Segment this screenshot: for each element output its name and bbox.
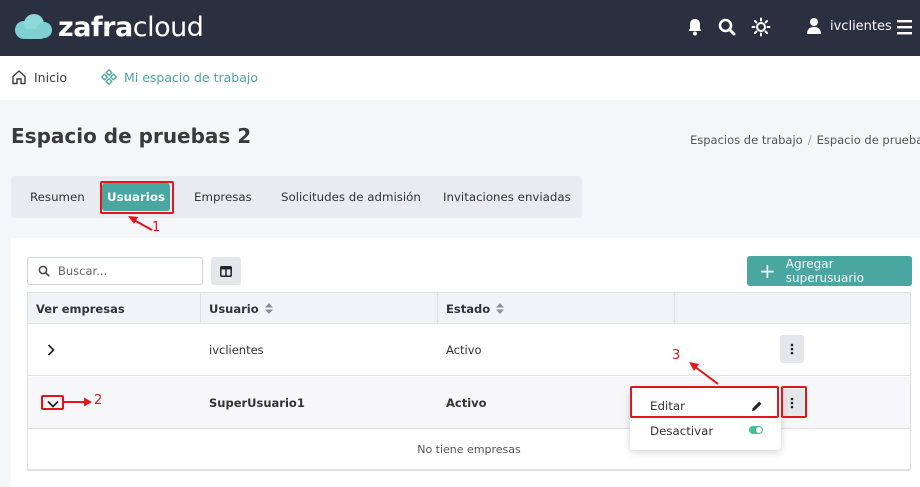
annotation-box-3a — [630, 386, 779, 418]
annotation-number-3: 3 — [672, 348, 681, 363]
column-header-estado[interactable]: Estado — [438, 293, 675, 324]
cell-usuario: SuperUsuario1 — [209, 396, 305, 410]
home-icon — [12, 70, 26, 85]
username-label: ivclientes — [830, 18, 892, 34]
annotation-number-2: 2 — [94, 393, 103, 408]
cell-estado: Activo — [446, 343, 482, 357]
breadcrumb: Espacios de trabajo / Espacio de pruebas — [690, 133, 920, 147]
nav-workspace-link[interactable]: Mi espacio de trabajo — [101, 69, 258, 85]
tab-empresas[interactable]: Empresas — [194, 190, 252, 204]
deactivate-toggle[interactable] — [749, 426, 763, 434]
plus-icon: + — [759, 259, 776, 283]
hamburger-menu-icon[interactable] — [897, 17, 913, 37]
breadcrumb-workspaces[interactable]: Espacios de trabajo — [690, 133, 803, 147]
menu-item-desactivar[interactable]: Desactivar — [650, 424, 713, 438]
columns-icon — [220, 265, 232, 277]
sun-theme-icon[interactable] — [750, 16, 772, 38]
tab-invitaciones[interactable]: Invitaciones enviadas — [443, 190, 571, 204]
page-title: Espacio de pruebas 2 — [11, 124, 252, 148]
bell-icon[interactable] — [684, 16, 706, 38]
top-navbar: zafracloud ivclientes — [0, 0, 920, 56]
tab-bar: Resumen Usuarios Empresas Solicitudes de… — [11, 176, 582, 218]
annotation-box-1 — [100, 181, 174, 214]
annotation-box-2 — [41, 395, 64, 410]
search-icon — [38, 265, 50, 277]
nav-home-link[interactable]: Inicio — [11, 69, 67, 85]
user-icon — [807, 18, 821, 34]
chevron-right-icon[interactable] — [47, 344, 55, 356]
nav-home-label: Inicio — [34, 69, 68, 85]
user-menu[interactable]: ivclientes — [806, 15, 892, 37]
table-header: Ver empresas Usuario Estado — [28, 293, 910, 324]
search-input[interactable] — [58, 264, 188, 278]
more-vertical-icon — [790, 343, 794, 355]
workspace-nodes-icon — [101, 69, 117, 85]
cell-estado: Activo — [446, 396, 487, 410]
column-header-usuario[interactable]: Usuario — [201, 293, 438, 324]
add-superuser-button[interactable]: + Agregar superusuario — [747, 256, 912, 286]
annotation-number-1: 1 — [152, 220, 161, 235]
annotation-box-3b — [781, 386, 807, 418]
sort-icon — [496, 303, 505, 314]
breadcrumb-current: Espacio de pruebas — [816, 133, 920, 147]
columns-toggle-button[interactable] — [211, 257, 241, 285]
breadcrumb-separator: / — [807, 133, 812, 147]
tab-resumen[interactable]: Resumen — [30, 190, 85, 204]
search-box[interactable] — [27, 257, 203, 285]
row-actions-button[interactable] — [780, 335, 804, 363]
nav-workspace-label: Mi espacio de trabajo — [124, 69, 259, 85]
column-header-ver-empresas: Ver empresas — [28, 293, 201, 324]
secondary-navbar: Inicio Mi espacio de trabajo — [0, 56, 920, 100]
table-row: ivclientes Activo — [28, 325, 910, 376]
cell-usuario: ivclientes — [209, 343, 264, 357]
add-superuser-label: Agregar superusuario — [785, 257, 864, 285]
tab-solicitudes[interactable]: Solicitudes de admisión — [281, 190, 421, 204]
brand-name: zafracloud — [58, 11, 204, 43]
brand-logo[interactable]: zafracloud — [12, 10, 204, 44]
search-icon[interactable] — [716, 16, 738, 38]
cloud-logo-icon — [15, 14, 52, 39]
column-header-actions — [675, 293, 910, 324]
sort-icon — [264, 303, 273, 314]
